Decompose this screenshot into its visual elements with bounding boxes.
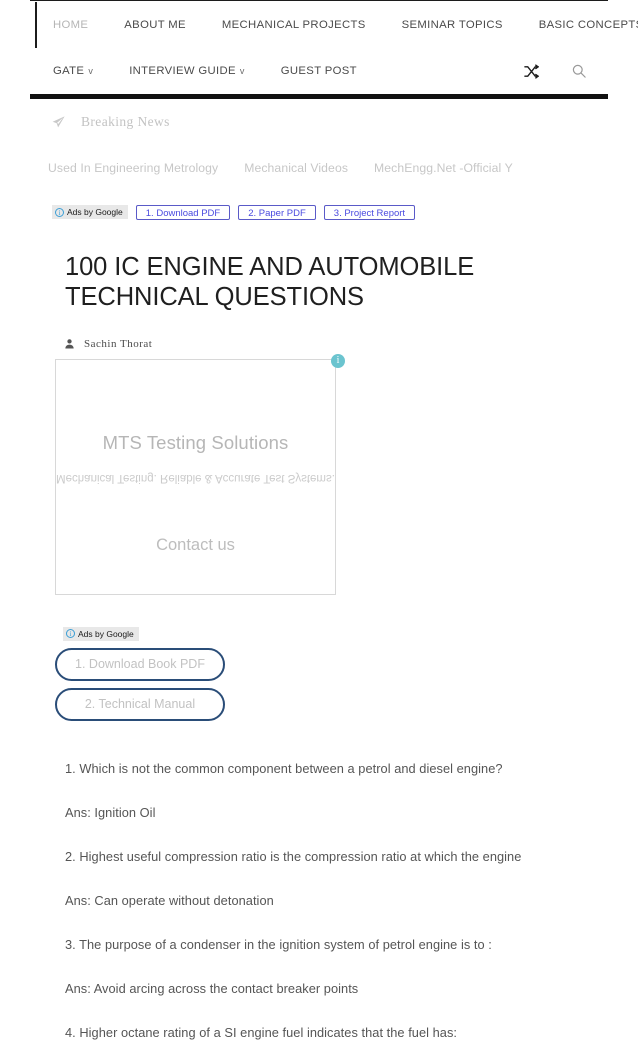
nav-item-label: BASIC CONCEPTS: [538, 19, 638, 31]
nav-item-label: HOME: [53, 19, 89, 31]
nav-item-seminar-topics[interactable]: SEMINAR TOPICS: [384, 19, 521, 31]
ad-link-download-book-pdf[interactable]: 1. Download Book PDF: [55, 648, 225, 681]
display-ad-mts[interactable]: i MTS Testing Solutions Mechanical Testi…: [55, 354, 345, 595]
answer-2: Ans: Can operate without detonation: [65, 893, 274, 908]
breaking-news-label: Breaking News: [81, 114, 170, 129]
nav-item-label: ABOUT ME: [124, 19, 186, 31]
question-2: 2. Highest useful compression ratio is t…: [65, 849, 522, 864]
breaking-news-bar: Breaking News: [30, 100, 608, 144]
info-icon: i: [55, 207, 64, 217]
ticker-item-mechanical-videos[interactable]: Mechanical Videos: [244, 161, 348, 175]
nav-item-basic-concepts[interactable]: BASIC CONCEPTS: [521, 19, 638, 31]
user-icon: [65, 339, 74, 349]
nav-row-secondary: GATE v INTERVIEW GUIDE v GUEST POST: [30, 48, 608, 94]
nav-item-label: GATE: [53, 65, 85, 77]
ad-subtitle: Mechanical Testing. Reliable & Accurate …: [56, 472, 335, 484]
chevron-down-icon: v: [88, 66, 94, 76]
nav-item-label: MECHANICAL PROJECTS: [221, 19, 366, 31]
ad-cta-contact-us[interactable]: Contact us: [56, 536, 335, 555]
ads-badge-label: Ads by Google: [78, 628, 134, 639]
nav-item-label: INTERVIEW GUIDE: [129, 65, 236, 77]
nav-item-label: GUEST POST: [280, 65, 357, 77]
ad-headline: MTS Testing Solutions: [102, 432, 289, 453]
chevron-down-icon: v: [239, 66, 245, 76]
answer-1: Ans: Ignition Oil: [65, 805, 156, 820]
question-4: 4. Higher octane rating of a SI engine f…: [65, 1025, 458, 1040]
ad-link-download-pdf[interactable]: 1. Download PDF: [135, 204, 231, 220]
question-1: 1. Which is not the common component bet…: [65, 761, 503, 776]
question-3: 3. The purpose of a condenser in the ign…: [65, 937, 492, 952]
ads-badge-label: Ads by Google: [67, 207, 123, 217]
top-ad-strip: i Ads by Google 1. Download PDF 2. Paper…: [30, 204, 608, 220]
page-root: HOME ABOUT ME MECHANICAL PROJECTS SEMINA…: [0, 0, 638, 1051]
nav-item-about-me[interactable]: ABOUT ME: [106, 19, 204, 31]
ad-link-technical-manual[interactable]: 2. Technical Manual: [55, 688, 225, 721]
ad-link-project-report[interactable]: 3. Project Report: [323, 204, 416, 220]
nav-item-interview-guide[interactable]: INTERVIEW GUIDE v: [111, 65, 263, 77]
page-title: 100 IC ENGINE AND AUTOMOBILE TECHNICAL Q…: [65, 253, 475, 311]
nav-item-home[interactable]: HOME: [35, 19, 106, 31]
ads-by-google-badge[interactable]: i Ads by Google: [52, 205, 128, 219]
ticker-item-metrology[interactable]: Used In Engineering Metrology: [48, 161, 218, 175]
info-icon: i: [66, 629, 75, 638]
article-content: 1. Which is not the common component bet…: [65, 759, 568, 1042]
nav-row-primary: HOME ABOUT ME MECHANICAL PROJECTS SEMINA…: [30, 2, 638, 48]
site-container: HOME ABOUT ME MECHANICAL PROJECTS SEMINA…: [30, 0, 638, 1051]
article-body: 100 IC ENGINE AND AUTOMOBILE TECHNICAL Q…: [30, 252, 608, 1042]
nav-item-mechanical-projects[interactable]: MECHANICAL PROJECTS: [204, 19, 384, 31]
shuffle-icon[interactable]: [516, 56, 546, 86]
inline-ad-block: i Ads by Google 1. Download Book PDF 2. …: [55, 623, 568, 721]
active-nav-marker: [35, 2, 37, 48]
ads-by-google-badge[interactable]: i Ads by Google: [63, 626, 139, 641]
nav-item-gate[interactable]: GATE v: [35, 65, 111, 77]
author-name[interactable]: Sachin Thorat: [84, 338, 152, 350]
search-icon[interactable]: [564, 56, 594, 86]
nav-item-guest-post[interactable]: GUEST POST: [263, 65, 375, 77]
breaking-news-ticker: Used In Engineering Metrology Mechanical…: [30, 148, 608, 188]
ad-info-icon[interactable]: i: [331, 354, 345, 368]
main-navigation: HOME ABOUT ME MECHANICAL PROJECTS SEMINA…: [30, 0, 638, 99]
rocket-icon: [52, 115, 65, 129]
answer-3: Ans: Avoid arcing across the contact bre…: [65, 981, 359, 996]
nav-item-label: SEMINAR TOPICS: [401, 19, 503, 31]
byline: Sachin Thorat: [65, 338, 568, 350]
ticker-item-mechengg-official[interactable]: MechEngg.Net -Official Y: [374, 161, 513, 175]
ad-link-paper-pdf[interactable]: 2. Paper PDF: [238, 204, 316, 220]
